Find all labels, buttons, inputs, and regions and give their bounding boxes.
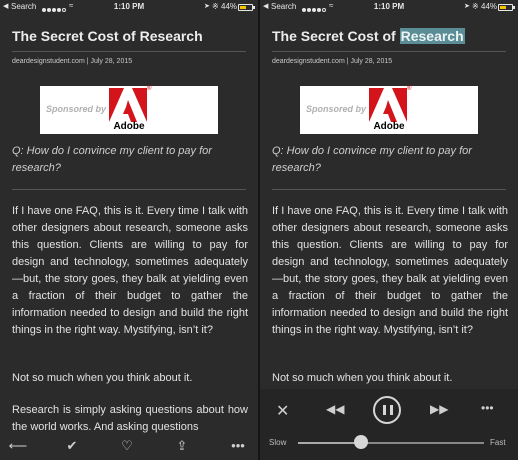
article-question: Q: How do I convince my client to pay fo… xyxy=(12,145,212,174)
bluetooth-icon: ※ xyxy=(472,2,479,11)
ad-brand-text: Adobe xyxy=(373,121,405,132)
battery-icon xyxy=(238,4,255,11)
ad-sponsor-text: Sponsored by xyxy=(306,104,367,114)
article-title: The Secret Cost of Research xyxy=(272,28,465,44)
sponsor-ad[interactable]: Sponsored by ® Adobe xyxy=(40,86,218,134)
title-text: The Secret Cost of xyxy=(272,28,400,44)
speed-slider-fill xyxy=(298,442,362,444)
registered-mark-icon: ® xyxy=(147,86,152,92)
status-time: 1:10 PM xyxy=(113,2,145,11)
article-title: The Secret Cost of Research xyxy=(12,28,203,44)
pause-icon xyxy=(390,405,393,415)
share-icon[interactable]: ⇪ xyxy=(172,438,192,456)
pause-icon xyxy=(383,405,386,415)
fast-forward-icon[interactable]: ▶▶ xyxy=(430,402,448,416)
more-icon[interactable]: ••• xyxy=(228,438,248,456)
title-word: Research xyxy=(139,28,203,44)
battery-icon xyxy=(498,4,515,11)
status-time: 1:10 PM xyxy=(373,2,405,11)
highlighted-title-word[interactable]: Research xyxy=(399,28,465,44)
status-bar: ◀ Search ≈ 1:10 PM ➤ ※ 44% xyxy=(0,0,258,14)
right-reader-screen: ◀ Search ≈ 1:10 PM ➤ ※ 44% The Secret Co… xyxy=(260,0,518,460)
article-paragraph: Not so much when you think about it. xyxy=(272,372,453,384)
split-screen: ◀ Search ≈ 1:10 PM ➤ ※ 44% The Secret Co… xyxy=(0,0,518,460)
checkmark-icon[interactable]: ✔ xyxy=(62,438,82,456)
more-icon[interactable]: ••• xyxy=(481,401,494,415)
location-icon: ➤ xyxy=(464,3,470,10)
text-to-speech-player: ✕ ◀◀ ▶▶ ••• Slow Fast xyxy=(260,389,518,460)
article-meta: deardesignstudent.com | July 28, 2015 xyxy=(12,58,133,65)
ad-brand-text: Adobe xyxy=(113,121,145,132)
left-reader-screen: ◀ Search ≈ 1:10 PM ➤ ※ 44% The Secret Co… xyxy=(0,0,258,460)
article-meta: deardesignstudent.com | July 28, 2015 xyxy=(272,58,393,65)
speed-slow-label: Slow xyxy=(269,438,287,447)
title-divider xyxy=(272,51,506,52)
article-paragraph: If I have one FAQ, this is it. Every tim… xyxy=(12,205,248,336)
location-icon: ➤ xyxy=(204,3,210,10)
status-bar: ◀ Search ≈ 1:10 PM ➤ ※ 44% xyxy=(260,0,518,14)
article-paragraph: Not so much when you think about it. xyxy=(12,372,193,384)
heart-bubble-icon[interactable]: ♡ xyxy=(117,438,137,456)
speed-fast-label: Fast xyxy=(490,438,506,447)
close-icon[interactable]: ✕ xyxy=(276,401,289,421)
adobe-logo-icon xyxy=(109,88,147,122)
ad-sponsor-text: Sponsored by xyxy=(46,104,107,114)
pause-button[interactable] xyxy=(373,396,401,424)
article-question: Q: How do I convince my client to pay fo… xyxy=(272,145,472,174)
article-paragraph: If I have one FAQ, this is it. Every tim… xyxy=(272,205,508,336)
rewind-icon[interactable]: ◀◀ xyxy=(326,402,344,416)
back-arrow-icon[interactable]: ⟵ xyxy=(8,438,28,456)
article-paragraph: Research is simply asking questions abou… xyxy=(12,404,248,433)
battery-percent: 44% xyxy=(481,2,498,11)
adobe-logo-icon xyxy=(369,88,407,122)
registered-mark-icon: ® xyxy=(407,86,412,92)
sponsor-ad[interactable]: Sponsored by ® Adobe xyxy=(300,86,478,134)
speed-slider-track[interactable] xyxy=(298,442,484,444)
bluetooth-icon: ※ xyxy=(212,2,219,11)
question-divider xyxy=(12,189,246,190)
bottom-toolbar: ⟵ ✔ ♡ ⇪ ••• xyxy=(0,434,258,460)
title-divider xyxy=(12,51,246,52)
speed-slider-knob[interactable] xyxy=(354,435,369,449)
battery-percent: 44% xyxy=(221,2,238,11)
question-divider xyxy=(272,189,506,190)
title-text: The Secret Cost of xyxy=(12,28,140,44)
